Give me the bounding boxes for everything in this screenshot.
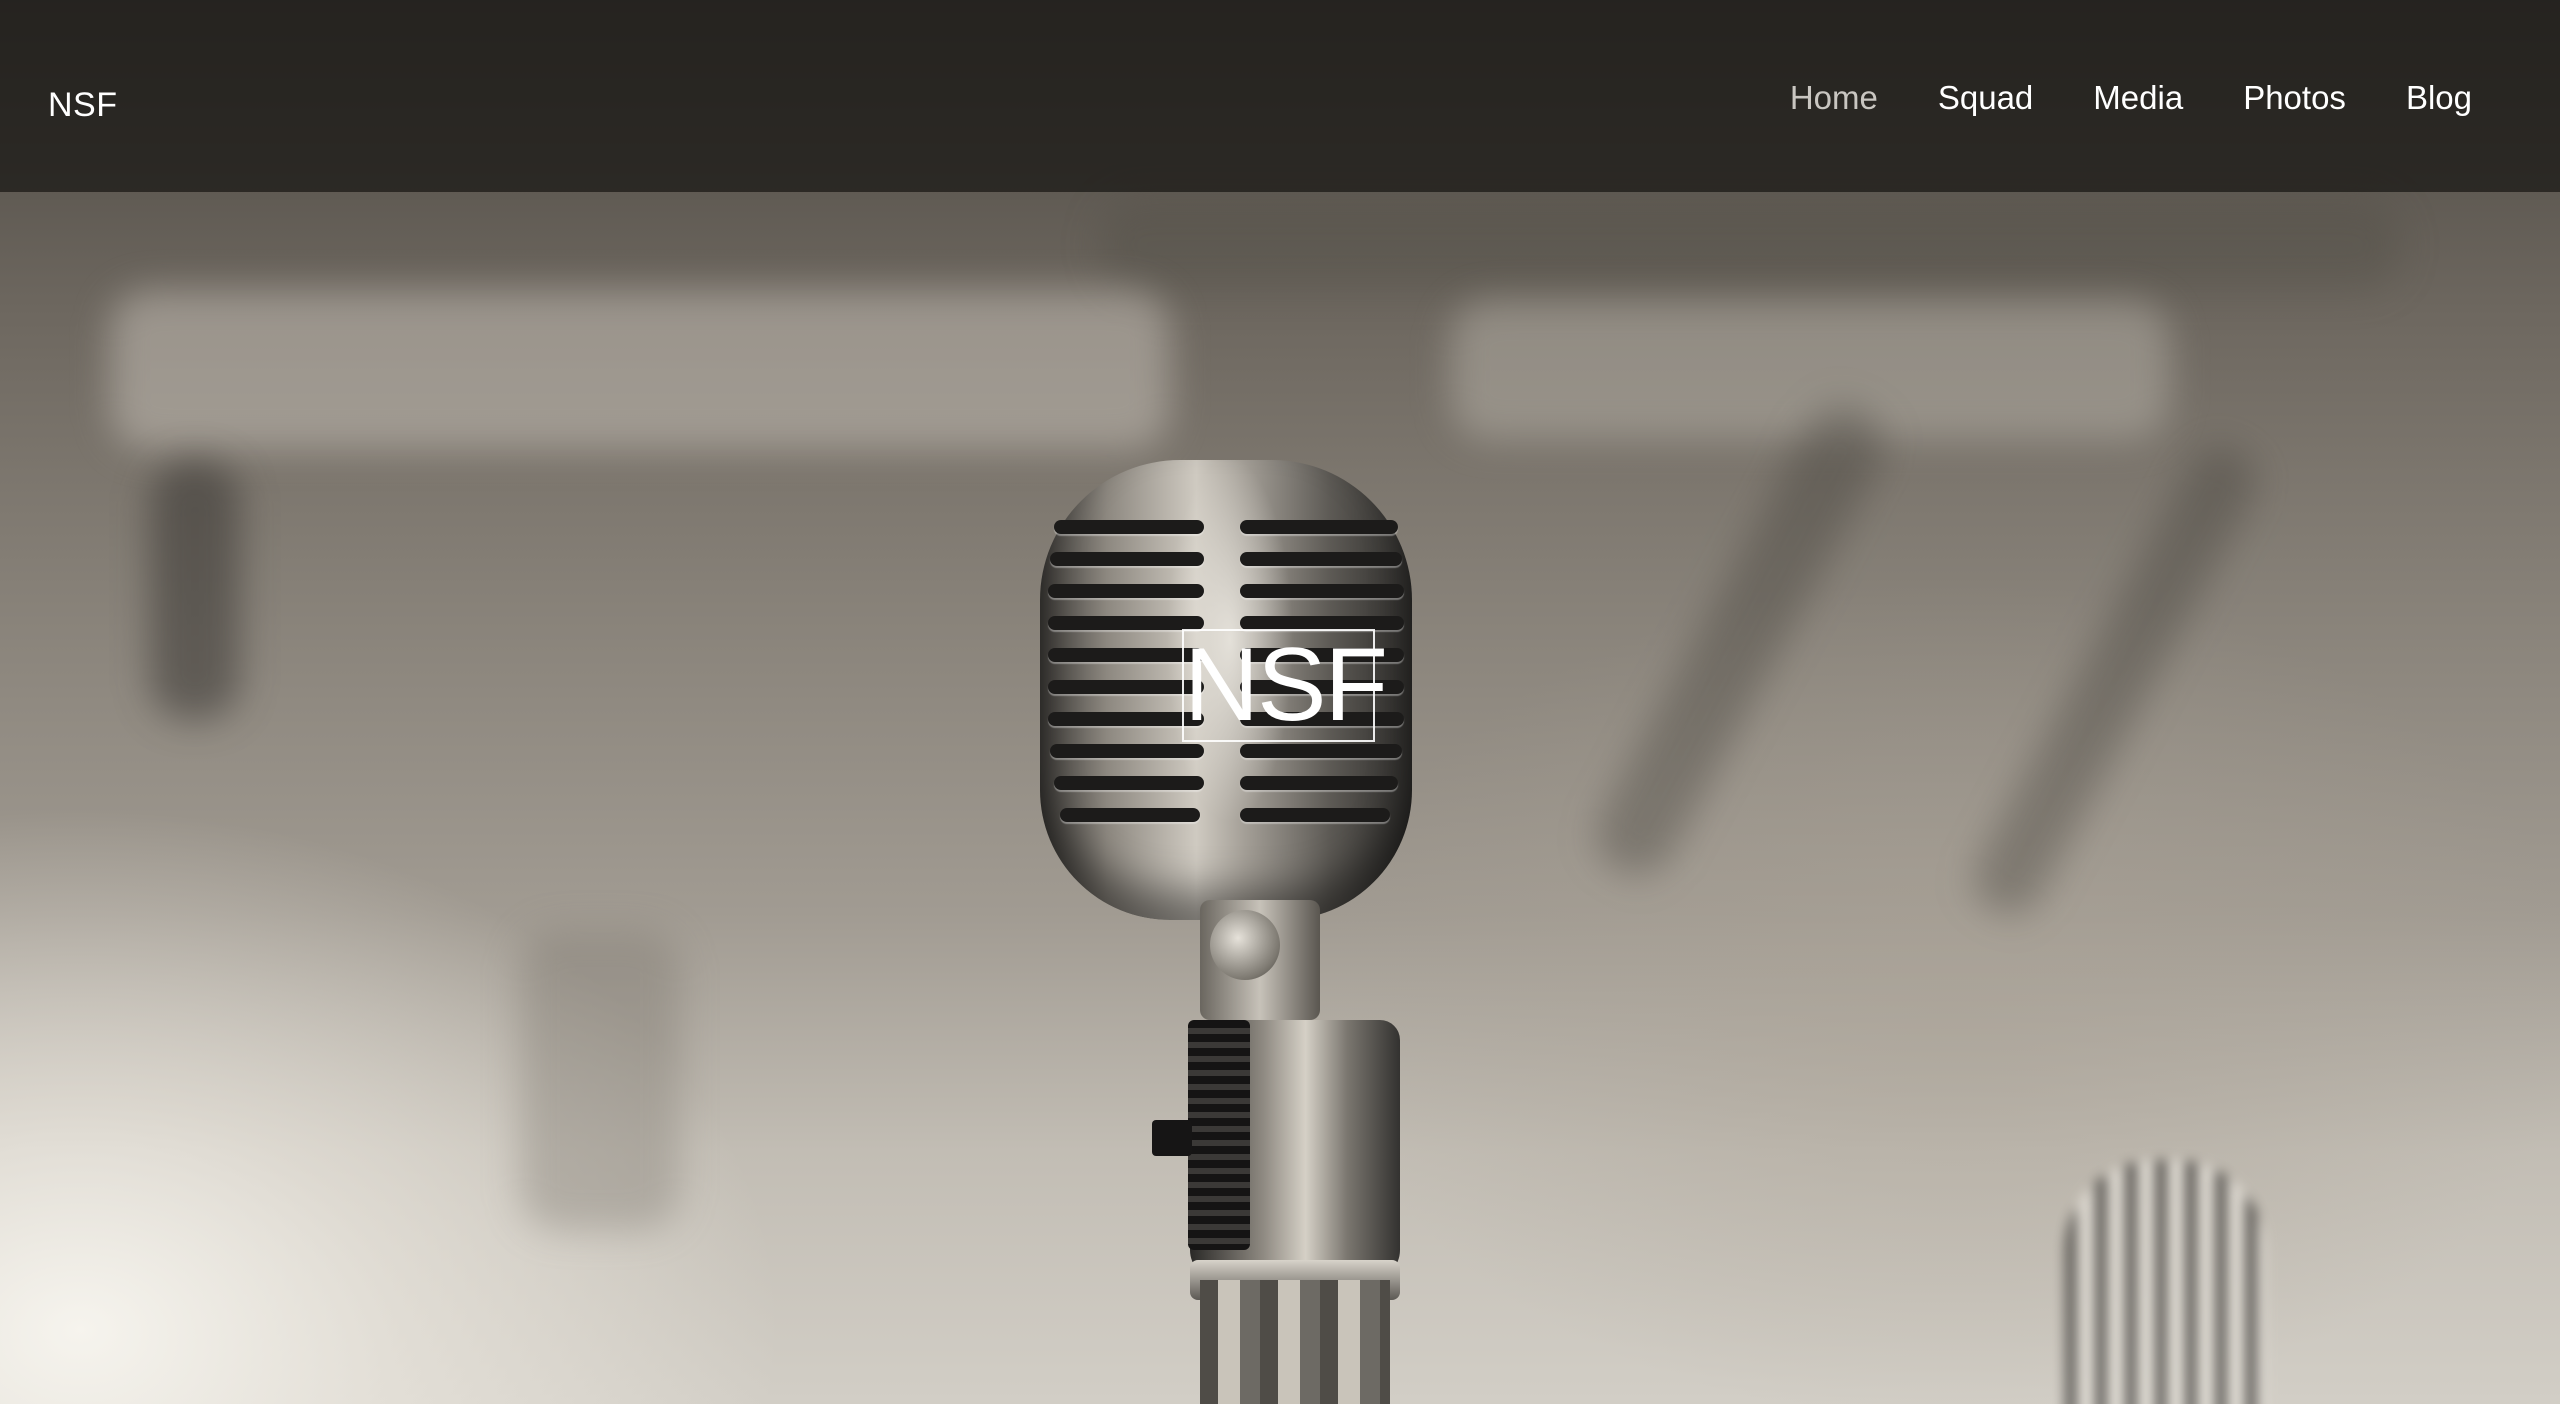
nav-link-blog[interactable]: Blog (2406, 76, 2472, 120)
nav-link-squad[interactable]: Squad (1938, 76, 2033, 120)
background-microphone-image (2065, 1160, 2265, 1404)
main-nav: Home Squad Media Photos Blog (1730, 76, 2472, 120)
nav-link-photos[interactable]: Photos (2243, 76, 2346, 120)
page: NSF Home Squad Media Photos Blog NSF (0, 0, 2560, 1404)
nav-link-media[interactable]: Media (2093, 76, 2183, 120)
microphone-image (1040, 460, 1420, 1404)
nav-item-photos: Photos (2243, 76, 2346, 120)
top-navbar: NSF Home Squad Media Photos Blog (0, 0, 2560, 192)
nav-item-squad: Squad (1938, 76, 2033, 120)
nav-item-blog: Blog (2406, 76, 2472, 120)
nav-item-home: Home (1790, 76, 1878, 120)
brand-logo-link[interactable]: NSF (48, 86, 118, 125)
nav-link-home[interactable]: Home (1790, 76, 1878, 120)
hero-title: NSF (1182, 627, 1388, 743)
nav-item-media: Media (2093, 76, 2183, 120)
